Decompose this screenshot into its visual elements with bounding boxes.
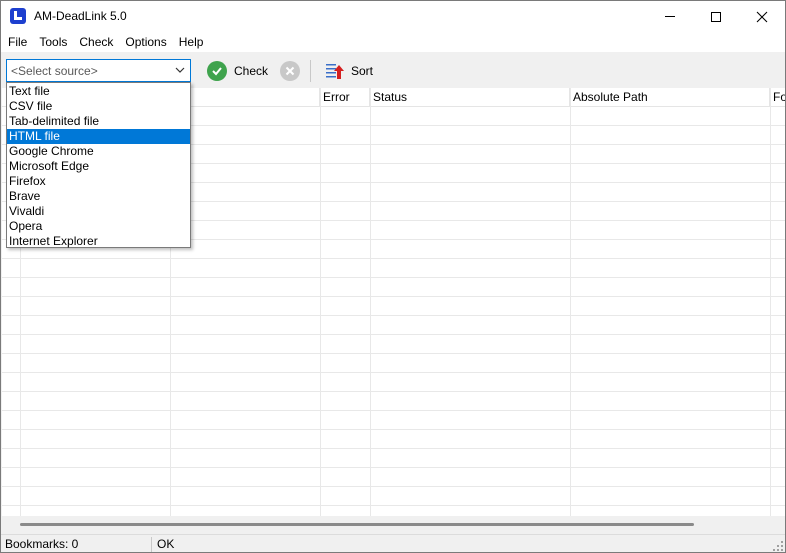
minimize-icon	[665, 16, 675, 17]
table-row[interactable]	[2, 297, 785, 316]
source-select[interactable]: <Select source>	[6, 59, 191, 82]
dropdown-option[interactable]: Firefox	[7, 174, 190, 189]
table-row[interactable]	[2, 430, 785, 449]
toolbar-separator	[310, 60, 311, 82]
dropdown-option[interactable]: Brave	[7, 189, 190, 204]
table-row[interactable]	[2, 373, 785, 392]
column-gridline	[770, 88, 771, 516]
window-title: AM-DeadLink 5.0	[34, 9, 127, 23]
table-row[interactable]	[2, 335, 785, 354]
table-row[interactable]	[2, 506, 785, 516]
dropdown-option[interactable]: CSV file	[7, 99, 190, 114]
status-text: OK	[157, 537, 175, 551]
close-button[interactable]	[739, 1, 785, 32]
stop-button[interactable]	[280, 59, 300, 82]
status-bookmark-count: Bookmarks: 0	[5, 537, 79, 551]
minimize-button[interactable]	[647, 1, 693, 32]
scrollbar-thumb[interactable]	[20, 523, 694, 526]
column-gridline	[570, 88, 571, 516]
table-row[interactable]	[2, 316, 785, 335]
menu-check[interactable]: Check	[73, 32, 119, 52]
column-header-error[interactable]: Error	[320, 88, 370, 107]
column-header-status[interactable]: Status	[370, 88, 570, 107]
column-gridline	[320, 88, 321, 516]
dropdown-option[interactable]: Internet Explorer	[7, 234, 190, 249]
menu-file[interactable]: File	[1, 32, 33, 52]
source-select-value: <Select source>	[11, 64, 98, 78]
sort-icon	[325, 61, 345, 81]
dropdown-option[interactable]: Microsoft Edge	[7, 159, 190, 174]
maximize-icon	[711, 11, 721, 22]
column-header-url[interactable]	[170, 88, 320, 107]
dropdown-option[interactable]: Opera	[7, 219, 190, 234]
dropdown-option[interactable]: Google Chrome	[7, 144, 190, 159]
dropdown-option[interactable]: HTML file	[7, 129, 190, 144]
horizontal-scrollbar[interactable]	[2, 516, 785, 534]
app-icon	[10, 8, 26, 24]
chevron-down-icon	[175, 67, 185, 73]
dropdown-option[interactable]: Vivaldi	[7, 204, 190, 219]
table-row[interactable]	[2, 449, 785, 468]
close-icon	[756, 11, 768, 22]
column-header-absolute-path[interactable]: Absolute Path	[570, 88, 770, 107]
table-row[interactable]	[2, 487, 785, 506]
table-row[interactable]	[2, 259, 785, 278]
table-row[interactable]	[2, 468, 785, 487]
menu-help[interactable]: Help	[173, 32, 210, 52]
menu-bar: File Tools Check Options Help	[1, 32, 785, 52]
check-button[interactable]: Check	[207, 59, 268, 82]
maximize-button[interactable]	[693, 1, 739, 32]
status-bar: Bookmarks: 0 OK	[1, 534, 785, 552]
dropdown-option[interactable]: Text file	[7, 84, 190, 99]
table-row[interactable]	[2, 278, 785, 297]
table-row[interactable]	[2, 354, 785, 373]
app-window: AM-DeadLink 5.0 File Tools Check Options…	[0, 0, 786, 553]
dropdown-option[interactable]: Tab-delimited file	[7, 114, 190, 129]
column-header-folder[interactable]: Fo	[770, 88, 785, 107]
sort-button-label: Sort	[351, 63, 374, 78]
resize-grip-icon[interactable]	[773, 541, 783, 551]
sort-button[interactable]: Sort	[325, 59, 373, 82]
column-gridline	[370, 88, 371, 516]
checkmark-icon	[207, 60, 227, 81]
menu-tools[interactable]: Tools	[33, 32, 73, 52]
source-dropdown-list: Text file CSV file Tab-delimited file HTML …	[6, 82, 191, 248]
stop-icon	[280, 60, 300, 81]
check-button-label: Check	[234, 63, 269, 78]
table-row[interactable]	[2, 411, 785, 430]
title-bar: AM-DeadLink 5.0	[1, 1, 785, 32]
menu-options[interactable]: Options	[119, 32, 172, 52]
table-row[interactable]	[2, 392, 785, 411]
status-separator	[151, 537, 152, 552]
